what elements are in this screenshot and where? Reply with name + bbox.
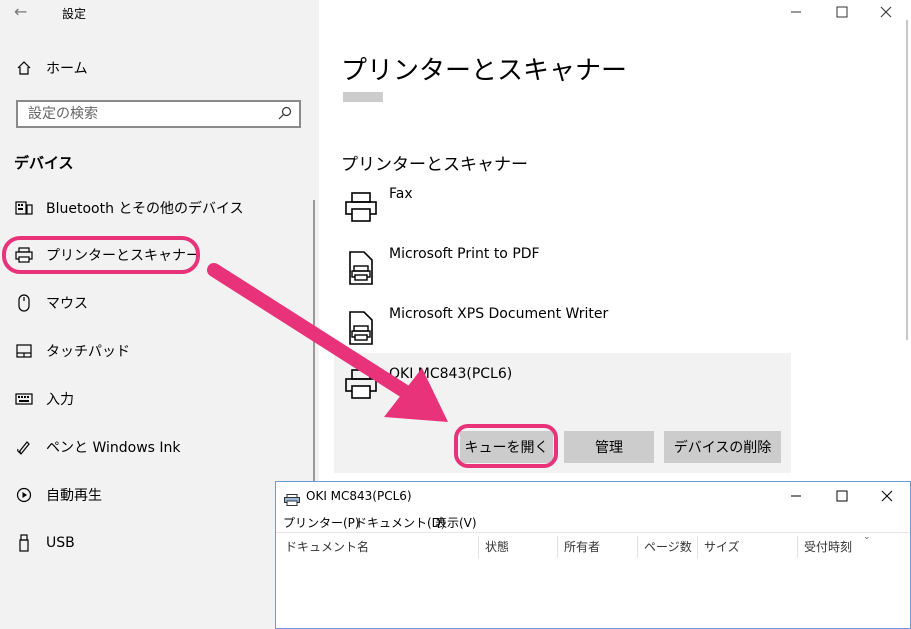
column-header-received[interactable]: 受付時刻 xyxy=(804,538,852,556)
column-divider[interactable] xyxy=(478,536,479,558)
sort-chevron-icon: ⌄ xyxy=(863,532,871,542)
job-list-area[interactable] xyxy=(276,560,910,628)
column-header-document-name[interactable]: ドキュメント名 xyxy=(285,538,369,556)
menu-document[interactable]: ドキュメント(D) xyxy=(355,514,446,531)
menu-printer[interactable]: プリンター(P) xyxy=(283,514,360,531)
queue-maximize-button[interactable] xyxy=(822,484,862,508)
queue-close-button[interactable] xyxy=(867,484,907,508)
menu-divider xyxy=(276,532,910,533)
queue-window-title: OKI MC843(PCL6) xyxy=(306,489,412,503)
print-queue-window: OKI MC843(PCL6) プリンター(P) ドキュメント(D) 表示(V)… xyxy=(275,481,911,629)
column-divider[interactable] xyxy=(697,536,698,558)
queue-minimize-button[interactable] xyxy=(776,484,816,508)
column-header-owner[interactable]: 所有者 xyxy=(564,538,600,556)
column-header-size[interactable]: サイズ xyxy=(704,538,740,556)
printer-icon xyxy=(284,491,300,510)
column-divider[interactable] xyxy=(797,536,798,558)
column-header-pages[interactable]: ページ数 xyxy=(644,538,692,556)
column-header-status[interactable]: 状態 xyxy=(485,538,509,556)
column-divider[interactable] xyxy=(557,536,558,558)
annotation-arrow-shaft xyxy=(207,263,419,403)
menu-view[interactable]: 表示(V) xyxy=(435,514,477,531)
column-divider[interactable] xyxy=(637,536,638,558)
